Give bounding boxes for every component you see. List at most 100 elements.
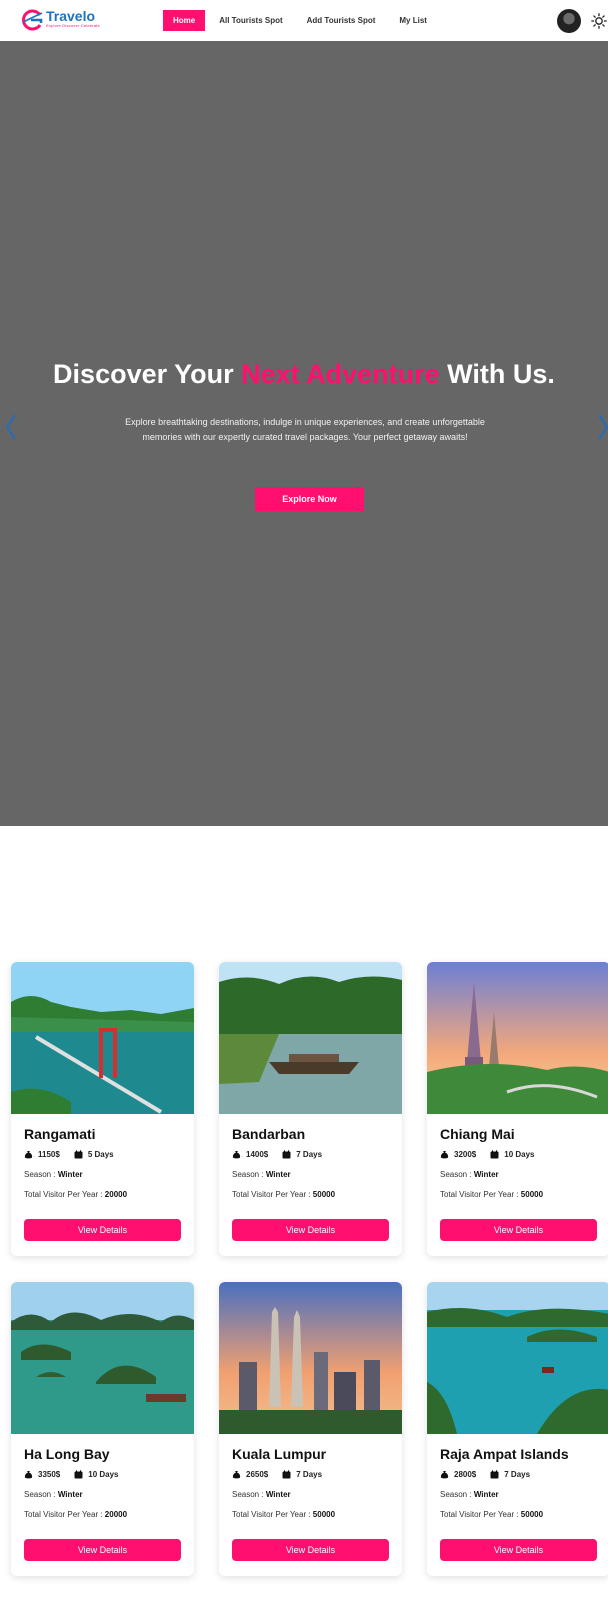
spot-meta: 1150$ 5 Days <box>24 1150 114 1159</box>
sun-icon[interactable] <box>591 13 607 29</box>
view-details-button[interactable]: View Details <box>232 1539 389 1561</box>
spot-season-label: Season : <box>440 1170 474 1179</box>
money-bag-icon <box>440 1150 449 1159</box>
spot-name: Chiang Mai <box>440 1126 515 1142</box>
spot-name: Rangamati <box>24 1126 96 1142</box>
spot-name: Raja Ampat Islands <box>440 1446 569 1462</box>
spot-cost: 3200$ <box>454 1150 477 1159</box>
spot-visitors: Total Visitor Per Year : 50000 <box>440 1510 543 1519</box>
spot-season-label: Season : <box>24 1170 58 1179</box>
view-details-button[interactable]: View Details <box>232 1219 389 1241</box>
money-bag-icon <box>24 1150 33 1159</box>
spot-season-value: Winter <box>473 1490 499 1499</box>
spot-season-label: Season : <box>24 1490 58 1499</box>
spot-name: Ha Long Bay <box>24 1446 110 1462</box>
spot-image <box>11 962 194 1114</box>
spot-season-value: Winter <box>57 1170 83 1179</box>
spot-season-value: Winter <box>265 1490 291 1499</box>
spot-season: Season : Winter <box>232 1490 291 1499</box>
carousel-next-arrow-icon[interactable] <box>596 412 608 442</box>
spot-visitors-value: 50000 <box>312 1510 336 1519</box>
hero-banner: Discover Your Next Adventure With Us. Ex… <box>0 41 608 826</box>
calendar-icon <box>282 1150 291 1159</box>
spot-cost: 2800$ <box>454 1470 477 1479</box>
hero-title-end: With Us. <box>439 359 555 389</box>
explore-now-button[interactable]: Explore Now <box>255 487 364 511</box>
spot-season: Season : Winter <box>232 1170 291 1179</box>
spot-season: Season : Winter <box>440 1490 499 1499</box>
spot-visitors-value: 20000 <box>104 1510 128 1519</box>
calendar-icon <box>74 1470 83 1479</box>
hero-title-start: Discover Your <box>53 359 242 389</box>
spot-meta: 2800$ 7 Days <box>440 1470 530 1479</box>
spot-visitors-label: Total Visitor Per Year : <box>440 1510 521 1519</box>
spot-visitors-value: 50000 <box>520 1190 544 1199</box>
nav-my-list[interactable]: My List <box>389 10 437 31</box>
view-details-button[interactable]: View Details <box>24 1539 181 1561</box>
spot-image <box>11 1282 194 1434</box>
spot-visitors: Total Visitor Per Year : 50000 <box>440 1190 543 1199</box>
spot-visitors-label: Total Visitor Per Year : <box>440 1190 521 1199</box>
spot-visitors-value: 20000 <box>104 1190 128 1199</box>
nav-all-tourists-spot[interactable]: All Tourists Spot <box>209 10 292 31</box>
view-details-button[interactable]: View Details <box>440 1219 597 1241</box>
spot-visitors-label: Total Visitor Per Year : <box>232 1190 313 1199</box>
money-bag-icon <box>24 1470 33 1479</box>
spot-meta: 1400$ 7 Days <box>232 1150 322 1159</box>
nav-add-tourists-spot[interactable]: Add Tourists Spot <box>297 10 386 31</box>
spot-visitors: Total Visitor Per Year : 20000 <box>24 1510 127 1519</box>
spot-image <box>427 1282 608 1434</box>
tourist-spot-card: Chiang Mai 3200$ 10 Days Season : Winter… <box>427 962 608 1256</box>
money-bag-icon <box>232 1470 241 1479</box>
brand-logo[interactable]: Travelo Explore Discover Celebrate <box>20 9 100 31</box>
money-bag-icon <box>232 1150 241 1159</box>
spot-season: Season : Winter <box>24 1170 83 1179</box>
calendar-icon <box>282 1470 291 1479</box>
money-bag-icon <box>440 1470 449 1479</box>
spot-season-label: Season : <box>232 1490 266 1499</box>
spot-season-label: Season : <box>440 1490 474 1499</box>
spot-visitors: Total Visitor Per Year : 50000 <box>232 1190 335 1199</box>
spot-meta: 2650$ 7 Days <box>232 1470 322 1479</box>
spot-cost: 2650$ <box>246 1470 269 1479</box>
main-nav: Home All Tourists Spot Add Tourists Spot… <box>163 10 437 31</box>
hero-description: Explore breathtaking destinations, indul… <box>125 417 485 442</box>
spot-name: Kuala Lumpur <box>232 1446 327 1462</box>
spot-season: Season : Winter <box>24 1490 83 1499</box>
calendar-icon <box>74 1150 83 1159</box>
tourist-spot-card: Ha Long Bay 3350$ 10 Days Season : Winte… <box>11 1282 194 1576</box>
spot-season-value: Winter <box>473 1170 499 1179</box>
nav-home[interactable]: Home <box>163 10 206 31</box>
spot-visitors: Total Visitor Per Year : 20000 <box>24 1190 127 1199</box>
spot-duration: 5 Days <box>87 1150 114 1159</box>
spot-visitors-label: Total Visitor Per Year : <box>24 1190 105 1199</box>
spot-visitors-value: 50000 <box>520 1510 544 1519</box>
carousel-prev-arrow-icon[interactable] <box>4 412 18 442</box>
spot-duration: 7 Days <box>296 1150 323 1159</box>
user-avatar[interactable] <box>557 9 581 33</box>
view-details-button[interactable]: View Details <box>440 1539 597 1561</box>
spot-visitors-value: 50000 <box>312 1190 336 1199</box>
spot-visitors: Total Visitor Per Year : 50000 <box>232 1510 335 1519</box>
spot-cost: 3350$ <box>38 1470 61 1479</box>
tourist-spot-card: Rangamati 1150$ 5 Days Season : Winter T… <box>11 962 194 1256</box>
brand-tagline: Explore Discover Celebrate <box>46 23 100 28</box>
logo-mark-icon <box>20 9 44 31</box>
spot-duration: 7 Days <box>296 1470 323 1479</box>
spot-image <box>427 962 608 1114</box>
hero-title-accent: Next Adventure <box>241 359 440 389</box>
view-details-button[interactable]: View Details <box>24 1219 181 1241</box>
tourist-spot-card: Kuala Lumpur 2650$ 7 Days Season : Winte… <box>219 1282 402 1576</box>
spot-meta: 3200$ 10 Days <box>440 1150 535 1159</box>
hero-title: Discover Your Next Adventure With Us. <box>0 359 608 390</box>
spot-season-value: Winter <box>57 1490 83 1499</box>
tourist-spot-card: Bandarban 1400$ 7 Days Season : Winter T… <box>219 962 402 1256</box>
spot-cost: 1400$ <box>246 1150 269 1159</box>
spot-season: Season : Winter <box>440 1170 499 1179</box>
spot-duration: 7 Days <box>504 1470 531 1479</box>
spot-duration: 10 Days <box>504 1150 535 1159</box>
spot-season-label: Season : <box>232 1170 266 1179</box>
spot-duration: 10 Days <box>88 1470 119 1479</box>
navbar: Travelo Explore Discover Celebrate Home … <box>0 0 608 41</box>
calendar-icon <box>490 1470 499 1479</box>
